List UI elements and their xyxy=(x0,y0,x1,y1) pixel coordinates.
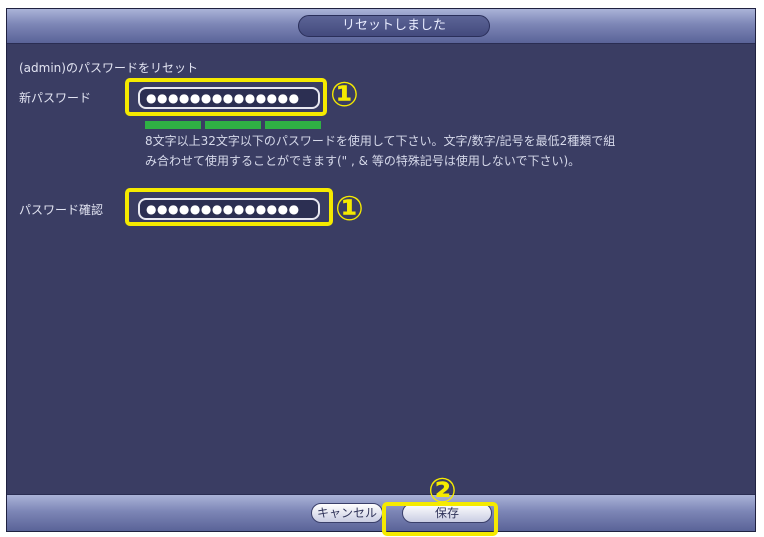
highlight-new-password xyxy=(125,78,327,116)
strength-segment-3 xyxy=(265,121,321,129)
marker-1-new-password: ① xyxy=(330,75,359,115)
hint-line-1: 8文字以上32文字以下のパスワードを使用して下さい。文字/数字/記号を最低2種類… xyxy=(145,134,616,148)
reset-subtitle: (admin)のパスワードをリセット xyxy=(19,61,198,75)
highlight-save-button xyxy=(382,502,498,536)
hint-line-2: み合わせて使用することができます(" , & 等の特殊記号は使用しないで下さい)… xyxy=(145,154,581,168)
cancel-button[interactable]: キャンセル xyxy=(311,503,383,523)
confirm-password-label: パスワード確認 xyxy=(19,203,104,217)
new-password-label: 新パスワード xyxy=(19,91,92,105)
dialog-titlebar: リセットしました xyxy=(7,9,755,44)
highlight-confirm-password xyxy=(125,188,333,226)
dialog-footer: キャンセル 保存 xyxy=(7,494,755,531)
password-hint: 8文字以上32文字以下のパスワードを使用して下さい。文字/数字/記号を最低2種類… xyxy=(145,131,725,171)
reset-password-dialog: リセットしました (admin)のパスワードをリセット 新パスワード ●●●●●… xyxy=(6,8,756,532)
strength-segment-2 xyxy=(205,121,261,129)
strength-segment-1 xyxy=(145,121,201,129)
dialog-title: リセットしました xyxy=(298,15,490,37)
marker-1-confirm-password: ① xyxy=(335,189,364,229)
